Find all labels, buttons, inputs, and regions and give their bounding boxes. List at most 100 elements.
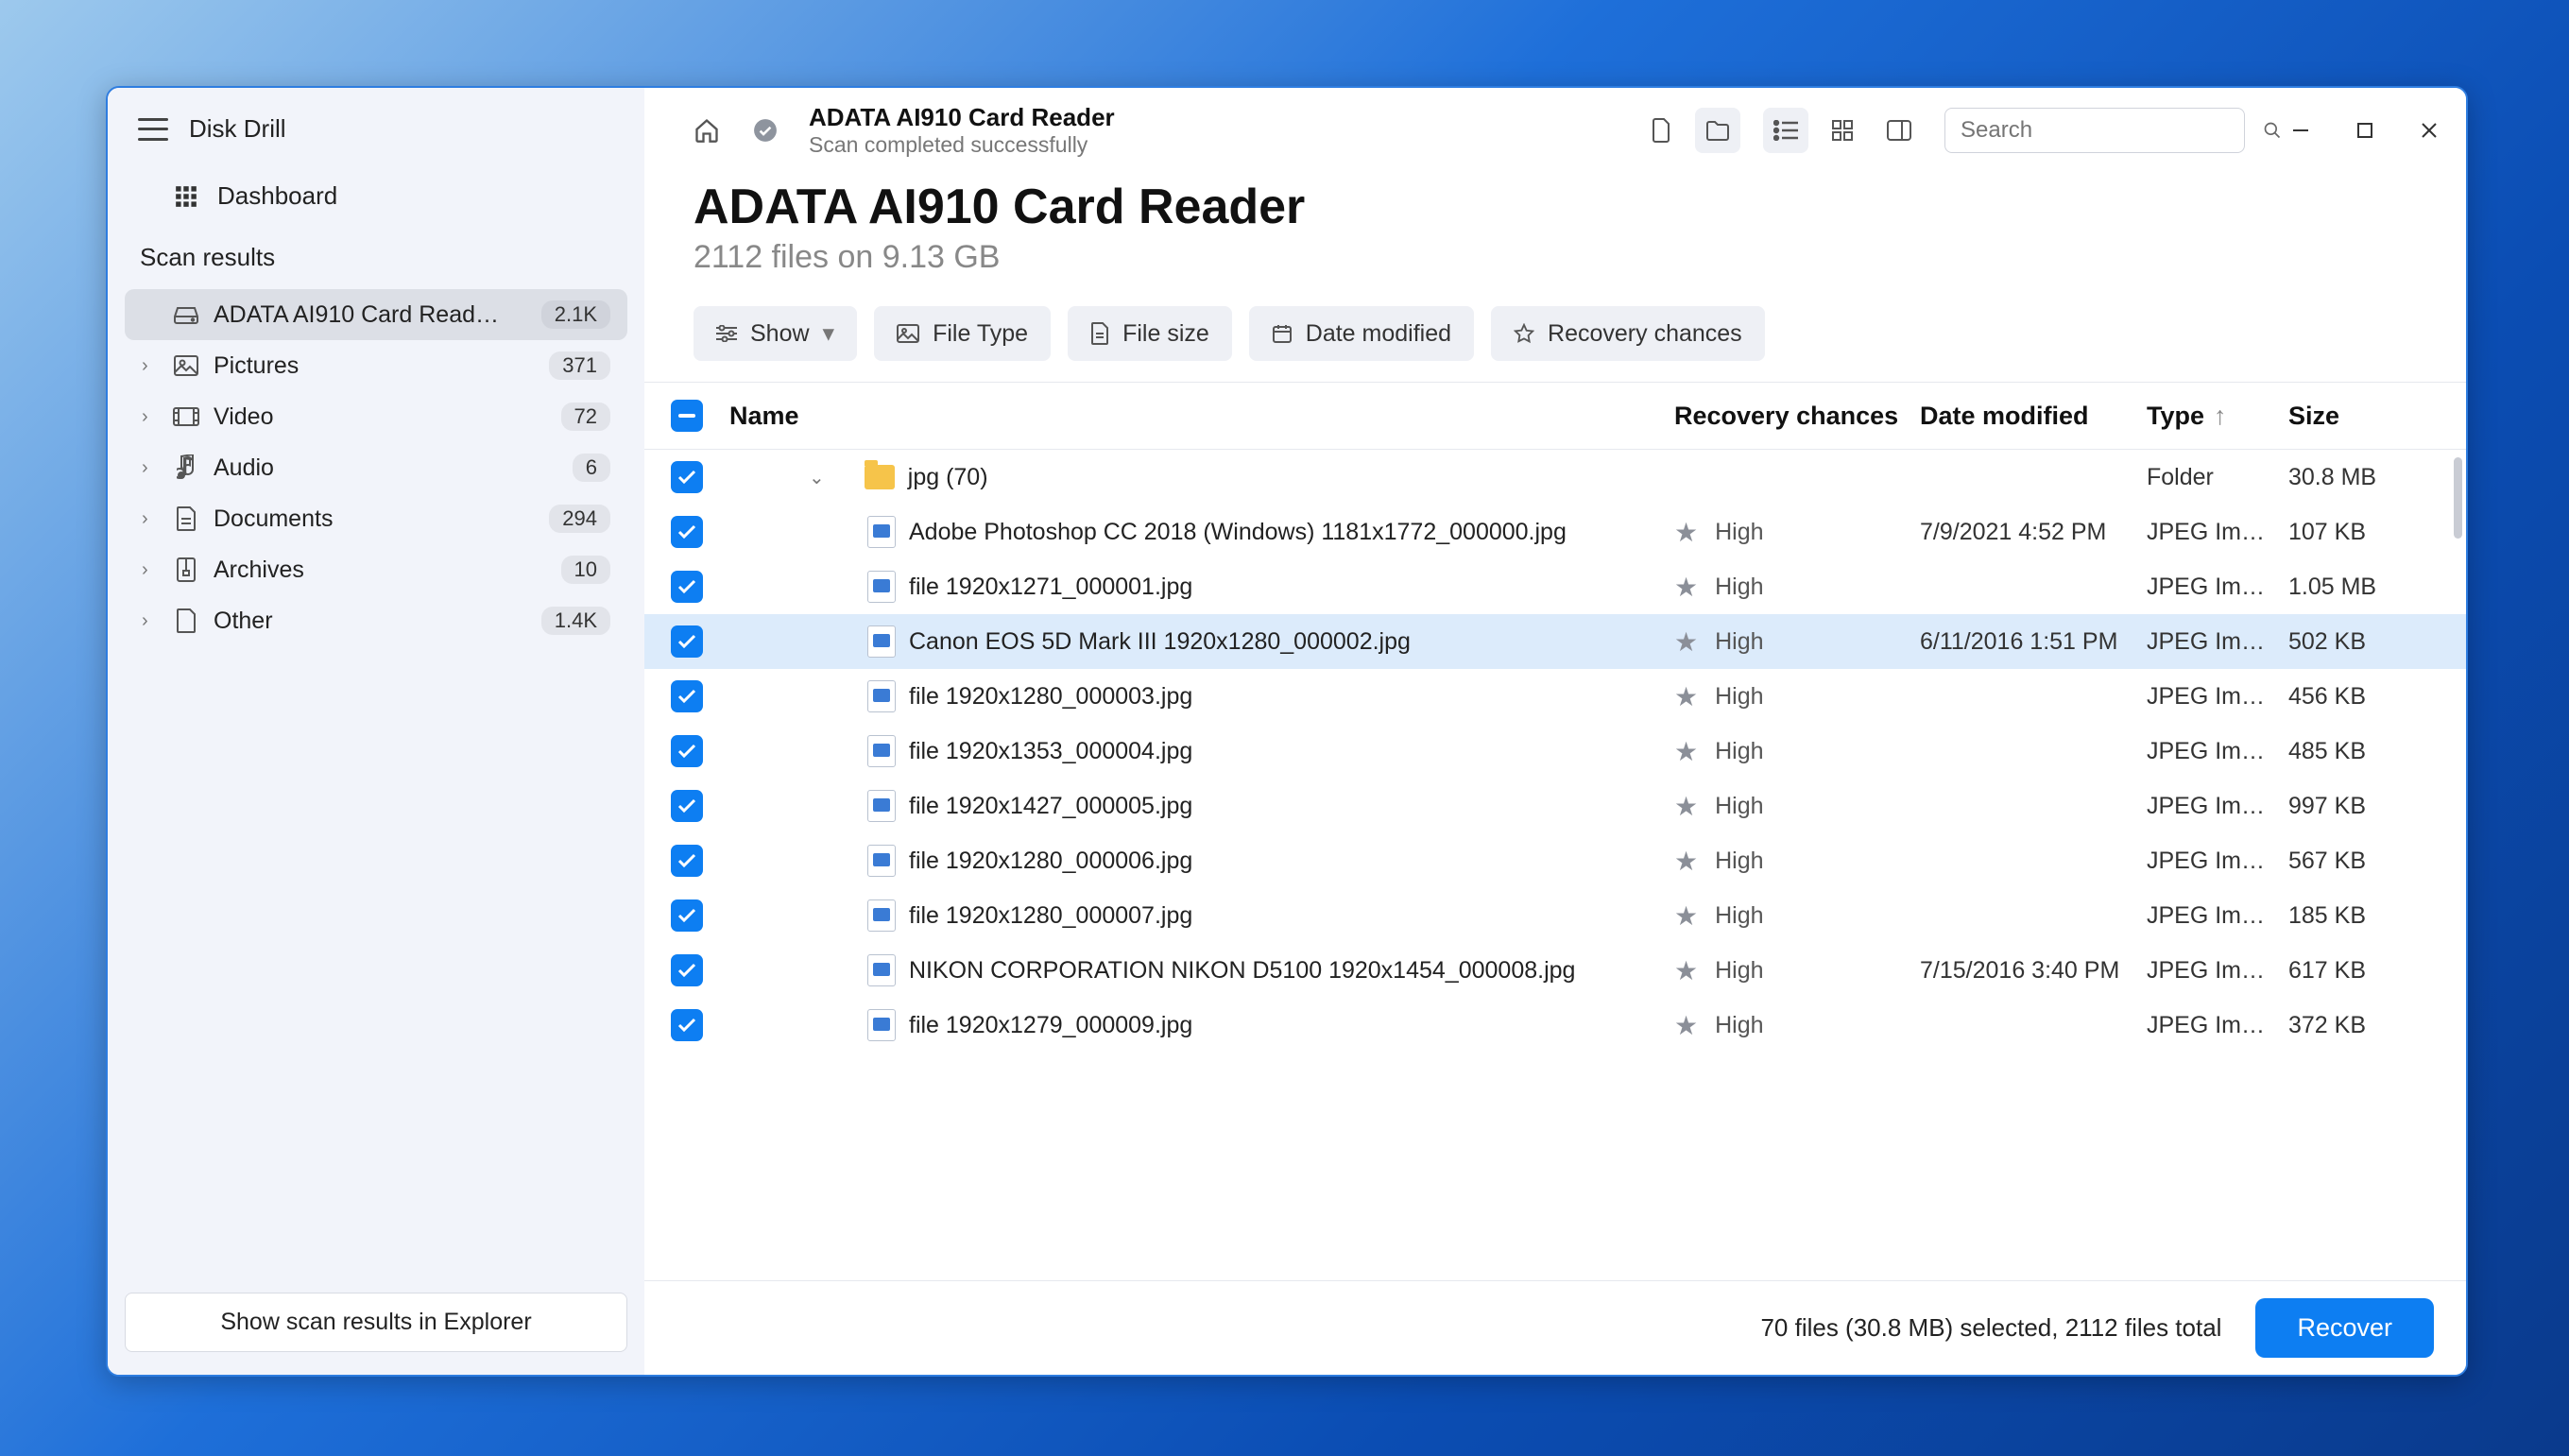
chevron-right-icon: › [142,559,159,581]
show-in-explorer-button[interactable]: Show scan results in Explorer [125,1293,627,1352]
star-icon: ★ [1674,681,1698,712]
sidebar-item-pictures[interactable]: ›Pictures371 [125,340,627,391]
maximize-button[interactable] [2349,114,2381,146]
search-box[interactable] [1944,108,2245,153]
file-view-icon[interactable] [1638,108,1684,153]
file-name: jpg (70) [908,464,988,491]
file-name: NIKON CORPORATION NIKON D5100 1920x1454_… [909,957,1575,985]
table-row[interactable]: NIKON CORPORATION NIKON D5100 1920x1454_… [644,943,2466,998]
search-input[interactable] [1961,117,2253,144]
column-size[interactable]: Size [2288,402,2440,431]
scrollbar-thumb[interactable] [2454,457,2462,539]
recovery-cell: ★High [1674,900,1920,932]
star-icon [1514,323,1534,344]
sliders-icon [716,325,737,342]
recovery-cell: ★High [1674,955,1920,986]
list-view-icon[interactable] [1763,108,1808,153]
sidebar-item-audio[interactable]: ›Audio6 [125,442,627,493]
size-cell: 485 KB [2288,738,2440,765]
sidebar-item-video[interactable]: ›Video72 [125,391,627,442]
table-row[interactable]: file 1920x1271_000001.jpg★HighJPEG Im…1.… [644,559,2466,614]
filter-date-modified[interactable]: Date modified [1249,306,1474,361]
row-checkbox[interactable] [671,516,703,548]
type-cell: JPEG Im… [2147,519,2288,546]
table-row[interactable]: Adobe Photoshop CC 2018 (Windows) 1181x1… [644,505,2466,559]
row-checkbox[interactable] [671,625,703,658]
table-row[interactable]: file 1920x1353_000004.jpg★HighJPEG Im…48… [644,724,2466,779]
recover-button[interactable]: Recover [2255,1298,2434,1358]
sidebar-item-label: Audio [214,454,559,482]
table-row[interactable]: file 1920x1280_000007.jpg★HighJPEG Im…18… [644,888,2466,943]
file-name: file 1920x1279_000009.jpg [909,1012,1192,1039]
close-button[interactable] [2413,114,2445,146]
split-view-icon[interactable] [1876,108,1922,153]
size-cell: 30.8 MB [2288,464,2440,491]
column-type[interactable]: Type ↑ [2147,402,2288,431]
chevron-down-icon[interactable]: ⌄ [809,466,825,489]
minimize-button[interactable] [2285,114,2317,146]
row-checkbox[interactable] [671,680,703,712]
sidebar-item-count: 294 [549,505,610,533]
column-name[interactable]: Name [703,402,1674,431]
toolbar-right [1638,108,2445,153]
type-cell: JPEG Im… [2147,793,2288,820]
column-recovery[interactable]: Recovery chances [1674,402,1920,431]
sidebar-item-adata-ai910-card-read-[interactable]: ADATA AI910 Card Read…2.1K [125,289,627,340]
recovery-cell: ★ High [1674,681,1920,712]
filter-recovery-chances[interactable]: Recovery chances [1491,306,1765,361]
page-header: ADATA AI910 Card Reader 2112 files on 9.… [644,169,2466,280]
type-cell: JPEG Im… [2147,902,2288,930]
table-body[interactable]: ⌄jpg (70)Folder30.8 MBAdobe Photoshop CC… [644,450,2466,1280]
sidebar-item-archives[interactable]: ›Archives10 [125,544,627,595]
size-cell: 185 KB [2288,902,2440,930]
sidebar-item-other[interactable]: ›Other1.4K [125,595,627,646]
filter-show-label: Show [750,320,810,348]
filter-bar: Show ▾ File Type File size Date modified… [644,280,2466,383]
video-icon [172,407,200,426]
table-row[interactable]: file 1920x1279_000009.jpg★HighJPEG Im…37… [644,998,2466,1053]
recovery-value: High [1715,683,1763,711]
row-checkbox[interactable] [671,845,703,877]
filter-file-type[interactable]: File Type [874,306,1051,361]
row-checkbox[interactable] [671,735,703,767]
table-row[interactable]: file 1920x1280_000006.jpg★HighJPEG Im…56… [644,833,2466,888]
file-icon [1090,322,1109,345]
star-icon: ★ [1674,626,1698,658]
star-icon: ★ [1674,846,1698,877]
row-checkbox[interactable] [671,461,703,493]
row-checkbox[interactable] [671,954,703,986]
row-checkbox[interactable] [671,790,703,822]
page-subtitle: 2112 files on 9.13 GB [694,239,2417,276]
window-controls [2285,114,2445,146]
filter-show[interactable]: Show ▾ [694,306,857,361]
column-date[interactable]: Date modified [1920,402,2147,431]
sidebar-item-count: 371 [549,351,610,380]
type-cell: JPEG Im… [2147,957,2288,985]
sidebar-item-documents[interactable]: ›Documents294 [125,493,627,544]
menu-icon[interactable] [138,118,168,141]
table-row[interactable]: Canon EOS 5D Mark III 1920x1280_000002.j… [644,614,2466,669]
sidebar-item-label: ADATA AI910 Card Read… [214,301,528,329]
file-name: file 1920x1353_000004.jpg [909,738,1192,765]
select-all-checkbox[interactable] [671,400,703,432]
folder-row[interactable]: ⌄jpg (70)Folder30.8 MB [644,450,2466,505]
folder-view-icon[interactable] [1695,108,1740,153]
nav-dashboard[interactable]: Dashboard [108,166,644,226]
star-icon: ★ [1674,736,1698,767]
row-checkbox[interactable] [671,1009,703,1041]
row-checkbox[interactable] [671,571,703,603]
name-cell: file 1920x1280_000003.jpg [703,680,1674,712]
table-row[interactable]: file 1920x1427_000005.jpg★HighJPEG Im…99… [644,779,2466,833]
table-row[interactable]: file 1920x1280_000003.jpg★HighJPEG Im…45… [644,669,2466,724]
home-icon[interactable] [684,108,729,153]
star-icon: ★ [1674,1010,1698,1041]
sidebar: Disk Drill Dashboard Scan results ADATA … [108,88,644,1375]
grid-view-icon[interactable] [1820,108,1865,153]
calendar-icon [1272,323,1293,344]
jpeg-file-icon [867,954,896,986]
recovery-value: High [1715,738,1763,765]
row-checkbox[interactable] [671,899,703,932]
filter-file-size[interactable]: File size [1068,306,1232,361]
column-type-label: Type [2147,402,2204,431]
file-name: file 1920x1427_000005.jpg [909,793,1192,820]
